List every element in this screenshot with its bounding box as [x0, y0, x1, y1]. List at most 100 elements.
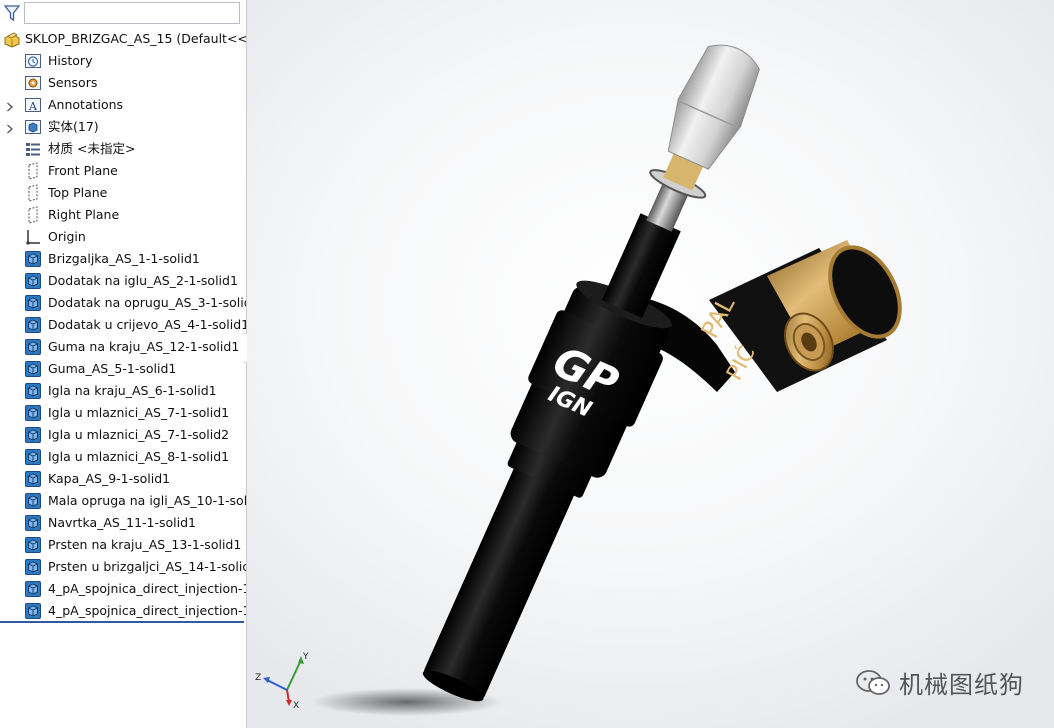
material-icon	[24, 140, 42, 158]
tree-item-label: Top Plane	[48, 185, 108, 200]
tree-item[interactable]: Guma_AS_5-1-solid1	[0, 358, 246, 380]
tree-item-label: Kapa_AS_9-1-solid1	[48, 471, 171, 486]
plane-icon	[24, 162, 42, 180]
tree-item[interactable]: Top Plane	[0, 182, 246, 204]
tree-item[interactable]: Navrtka_AS_11-1-solid1	[0, 512, 246, 534]
tree-item[interactable]: History	[0, 50, 246, 72]
solid-body-icon	[24, 250, 42, 268]
tree-item-label: Dodatak na iglu_AS_2-1-solid1	[48, 273, 238, 288]
tree-root-assembly[interactable]: SKLOP_BRIZGAC_AS_15 (Default<<De	[0, 28, 246, 50]
tree-item-label: Igla na kraju_AS_6-1-solid1	[48, 383, 217, 398]
tree-item[interactable]: Dodatak na oprugu_AS_3-1-solid1	[0, 292, 246, 314]
view-triad[interactable]: Y Z X	[253, 650, 313, 710]
filter-bar	[0, 0, 246, 28]
triad-z-axis	[266, 679, 288, 691]
solid-body-icon	[24, 316, 42, 334]
tree-item-label: Igla u mlaznici_AS_7-1-solid2	[48, 427, 230, 442]
tree-item-label: Guma_AS_5-1-solid1	[48, 361, 177, 376]
solid-body-icon	[24, 426, 42, 444]
tree-item[interactable]: Dodatak u crijevo_AS_4-1-solid1	[0, 314, 246, 336]
tree-item[interactable]: Dodatak na iglu_AS_2-1-solid1	[0, 270, 246, 292]
tree-item[interactable]: 材质 <未指定>	[0, 138, 246, 160]
solid-body-icon	[24, 338, 42, 356]
graphics-viewport[interactable]: PAL PIĆ GP IGN Y Z X 机械图纸狗	[247, 0, 1054, 728]
tree-item[interactable]: A Annotations	[0, 94, 246, 116]
tree-item[interactable]: Prsten u brizgaljci_AS_14-1-solid1	[0, 556, 246, 578]
solid-body-icon	[24, 404, 42, 422]
tree-item[interactable]: 实体(17)	[0, 116, 246, 138]
tree-item-label: Sensors	[48, 75, 98, 90]
tree-item-label: History	[48, 53, 93, 68]
tree-item-label: Prsten na kraju_AS_13-1-solid1	[48, 537, 242, 552]
tree-end-divider	[0, 621, 244, 623]
tree-item-label: Dodatak na oprugu_AS_3-1-solid1	[48, 295, 246, 310]
tree-item-label: Guma na kraju_AS_12-1-solid1	[48, 339, 240, 354]
tree-item-label: Dodatak u crijevo_AS_4-1-solid1	[48, 317, 246, 332]
tree-item[interactable]: Igla na kraju_AS_6-1-solid1	[0, 380, 246, 402]
triad-y-label: Y	[302, 652, 309, 662]
solid-body-icon	[24, 470, 42, 488]
assembly-icon	[3, 30, 21, 48]
tree-item[interactable]: Igla u mlaznici_AS_7-1-solid1	[0, 402, 246, 424]
tree-item-label: Right Plane	[48, 207, 120, 222]
tree-item[interactable]: Prsten na kraju_AS_13-1-solid1	[0, 534, 246, 556]
history-folder-icon	[24, 52, 42, 70]
triad-z-label: Z	[255, 673, 261, 683]
tree-item-label: Annotations	[48, 97, 124, 112]
tree-item-label: Mala opruga na igli_AS_10-1-solic	[48, 493, 246, 508]
tree-item[interactable]: Kapa_AS_9-1-solid1	[0, 468, 246, 490]
tree-item-label: Igla u mlaznici_AS_7-1-solid1	[48, 405, 230, 420]
tree-item[interactable]: Igla u mlaznici_AS_8-1-solid1	[0, 446, 246, 468]
svg-text:A: A	[28, 100, 38, 113]
expand-arrow-icon[interactable]	[6, 122, 14, 134]
tree-item[interactable]: Front Plane	[0, 160, 246, 182]
solid-body-icon	[24, 492, 42, 510]
tree-item-label: 实体(17)	[48, 119, 99, 134]
triad-y-axis	[286, 659, 302, 691]
tree-item-label: 材质 <未指定>	[48, 141, 136, 156]
tree-item[interactable]: Right Plane	[0, 204, 246, 226]
wechat-icon	[856, 669, 890, 695]
watermark: 机械图纸狗	[855, 665, 1024, 700]
tree-item-label: Navrtka_AS_11-1-solid1	[48, 515, 196, 530]
tree-item[interactable]: 4_pA_spojnica_direct_injection-1-s	[0, 600, 246, 622]
solid-body-icon	[24, 294, 42, 312]
expand-arrow-icon[interactable]	[6, 100, 14, 112]
triad-x-label: X	[293, 701, 299, 710]
tree-item-label: Prsten u brizgaljci_AS_14-1-solid1	[48, 559, 246, 574]
tree-item[interactable]: Guma na kraju_AS_12-1-solid1	[0, 336, 246, 358]
solid-body-icon	[24, 580, 42, 598]
solid-body-icon	[24, 558, 42, 576]
filter-input[interactable]	[24, 2, 240, 24]
tree-item[interactable]: Brizgaljka_AS_1-1-solid1	[0, 248, 246, 270]
tree-item-label: Igla u mlaznici_AS_8-1-solid1	[48, 449, 230, 464]
tree-item[interactable]: Igla u mlaznici_AS_7-1-solid2	[0, 424, 246, 446]
solid-body-icon	[24, 382, 42, 400]
tree-item-label: Front Plane	[48, 163, 118, 178]
injector-3d-model[interactable]: PAL PIĆ GP IGN	[247, 0, 1054, 728]
sensors-folder-icon	[24, 74, 42, 92]
solid-body-icon	[24, 514, 42, 532]
solid-body-icon	[24, 272, 42, 290]
tree-item-label: Brizgaljka_AS_1-1-solid1	[48, 251, 200, 266]
tree-item-label: 4_pA_spojnica_direct_injection-1-s	[48, 581, 246, 596]
tree-root-label: SKLOP_BRIZGAC_AS_15 (Default<<De	[25, 31, 246, 46]
feature-manager-panel: SKLOP_BRIZGAC_AS_15 (Default<<De History…	[0, 0, 246, 728]
solid-body-icon	[24, 360, 42, 378]
solid-body-icon	[24, 602, 42, 620]
brass-fitting: PAL PIĆ	[696, 240, 902, 392]
solid-body-icon	[24, 536, 42, 554]
origin-icon	[24, 228, 42, 246]
solid-body-icon	[24, 448, 42, 466]
tree-item[interactable]: Origin	[0, 226, 246, 248]
tree-item[interactable]: Sensors	[0, 72, 246, 94]
plane-icon	[24, 206, 42, 224]
tree-item[interactable]: 4_pA_spojnica_direct_injection-1-s	[0, 578, 246, 600]
filter-icon[interactable]	[3, 3, 21, 23]
solid-bodies-folder-icon	[24, 118, 42, 136]
annotations-folder-icon: A	[24, 96, 42, 114]
plane-icon	[24, 184, 42, 202]
watermark-text: 机械图纸狗	[899, 671, 1024, 699]
tree-item-label: 4_pA_spojnica_direct_injection-1-s	[48, 603, 246, 618]
tree-item[interactable]: Mala opruga na igli_AS_10-1-solic	[0, 490, 246, 512]
